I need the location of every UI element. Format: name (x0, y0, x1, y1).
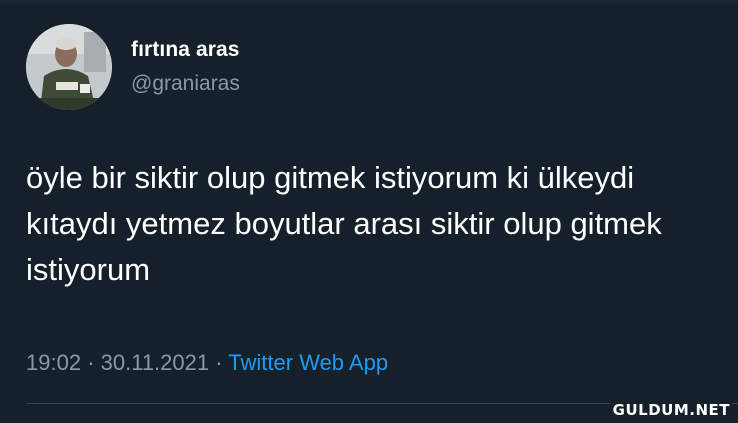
author-handle[interactable]: @graniaras (131, 72, 240, 96)
tweet-source-link[interactable]: Twitter Web App (228, 350, 388, 375)
avatar[interactable] (26, 24, 112, 110)
watermark: GULDUM.NET (610, 401, 732, 419)
tweet-date[interactable]: 30.11.2021 (101, 350, 209, 375)
tweet-card: fırtına aras @graniaras öyle bir siktir … (0, 0, 738, 423)
author-name[interactable]: fırtına aras (131, 38, 240, 62)
avatar-image (26, 24, 112, 110)
tweet-metadata: 19:02 · 30.11.2021 · Twitter Web App (26, 350, 388, 376)
separator: · (87, 350, 95, 375)
separator: · (215, 350, 223, 375)
tweet-time[interactable]: 19:02 (26, 350, 81, 375)
tweet-text: öyle bir siktir olup gitmek istiyorum ki… (26, 160, 662, 287)
